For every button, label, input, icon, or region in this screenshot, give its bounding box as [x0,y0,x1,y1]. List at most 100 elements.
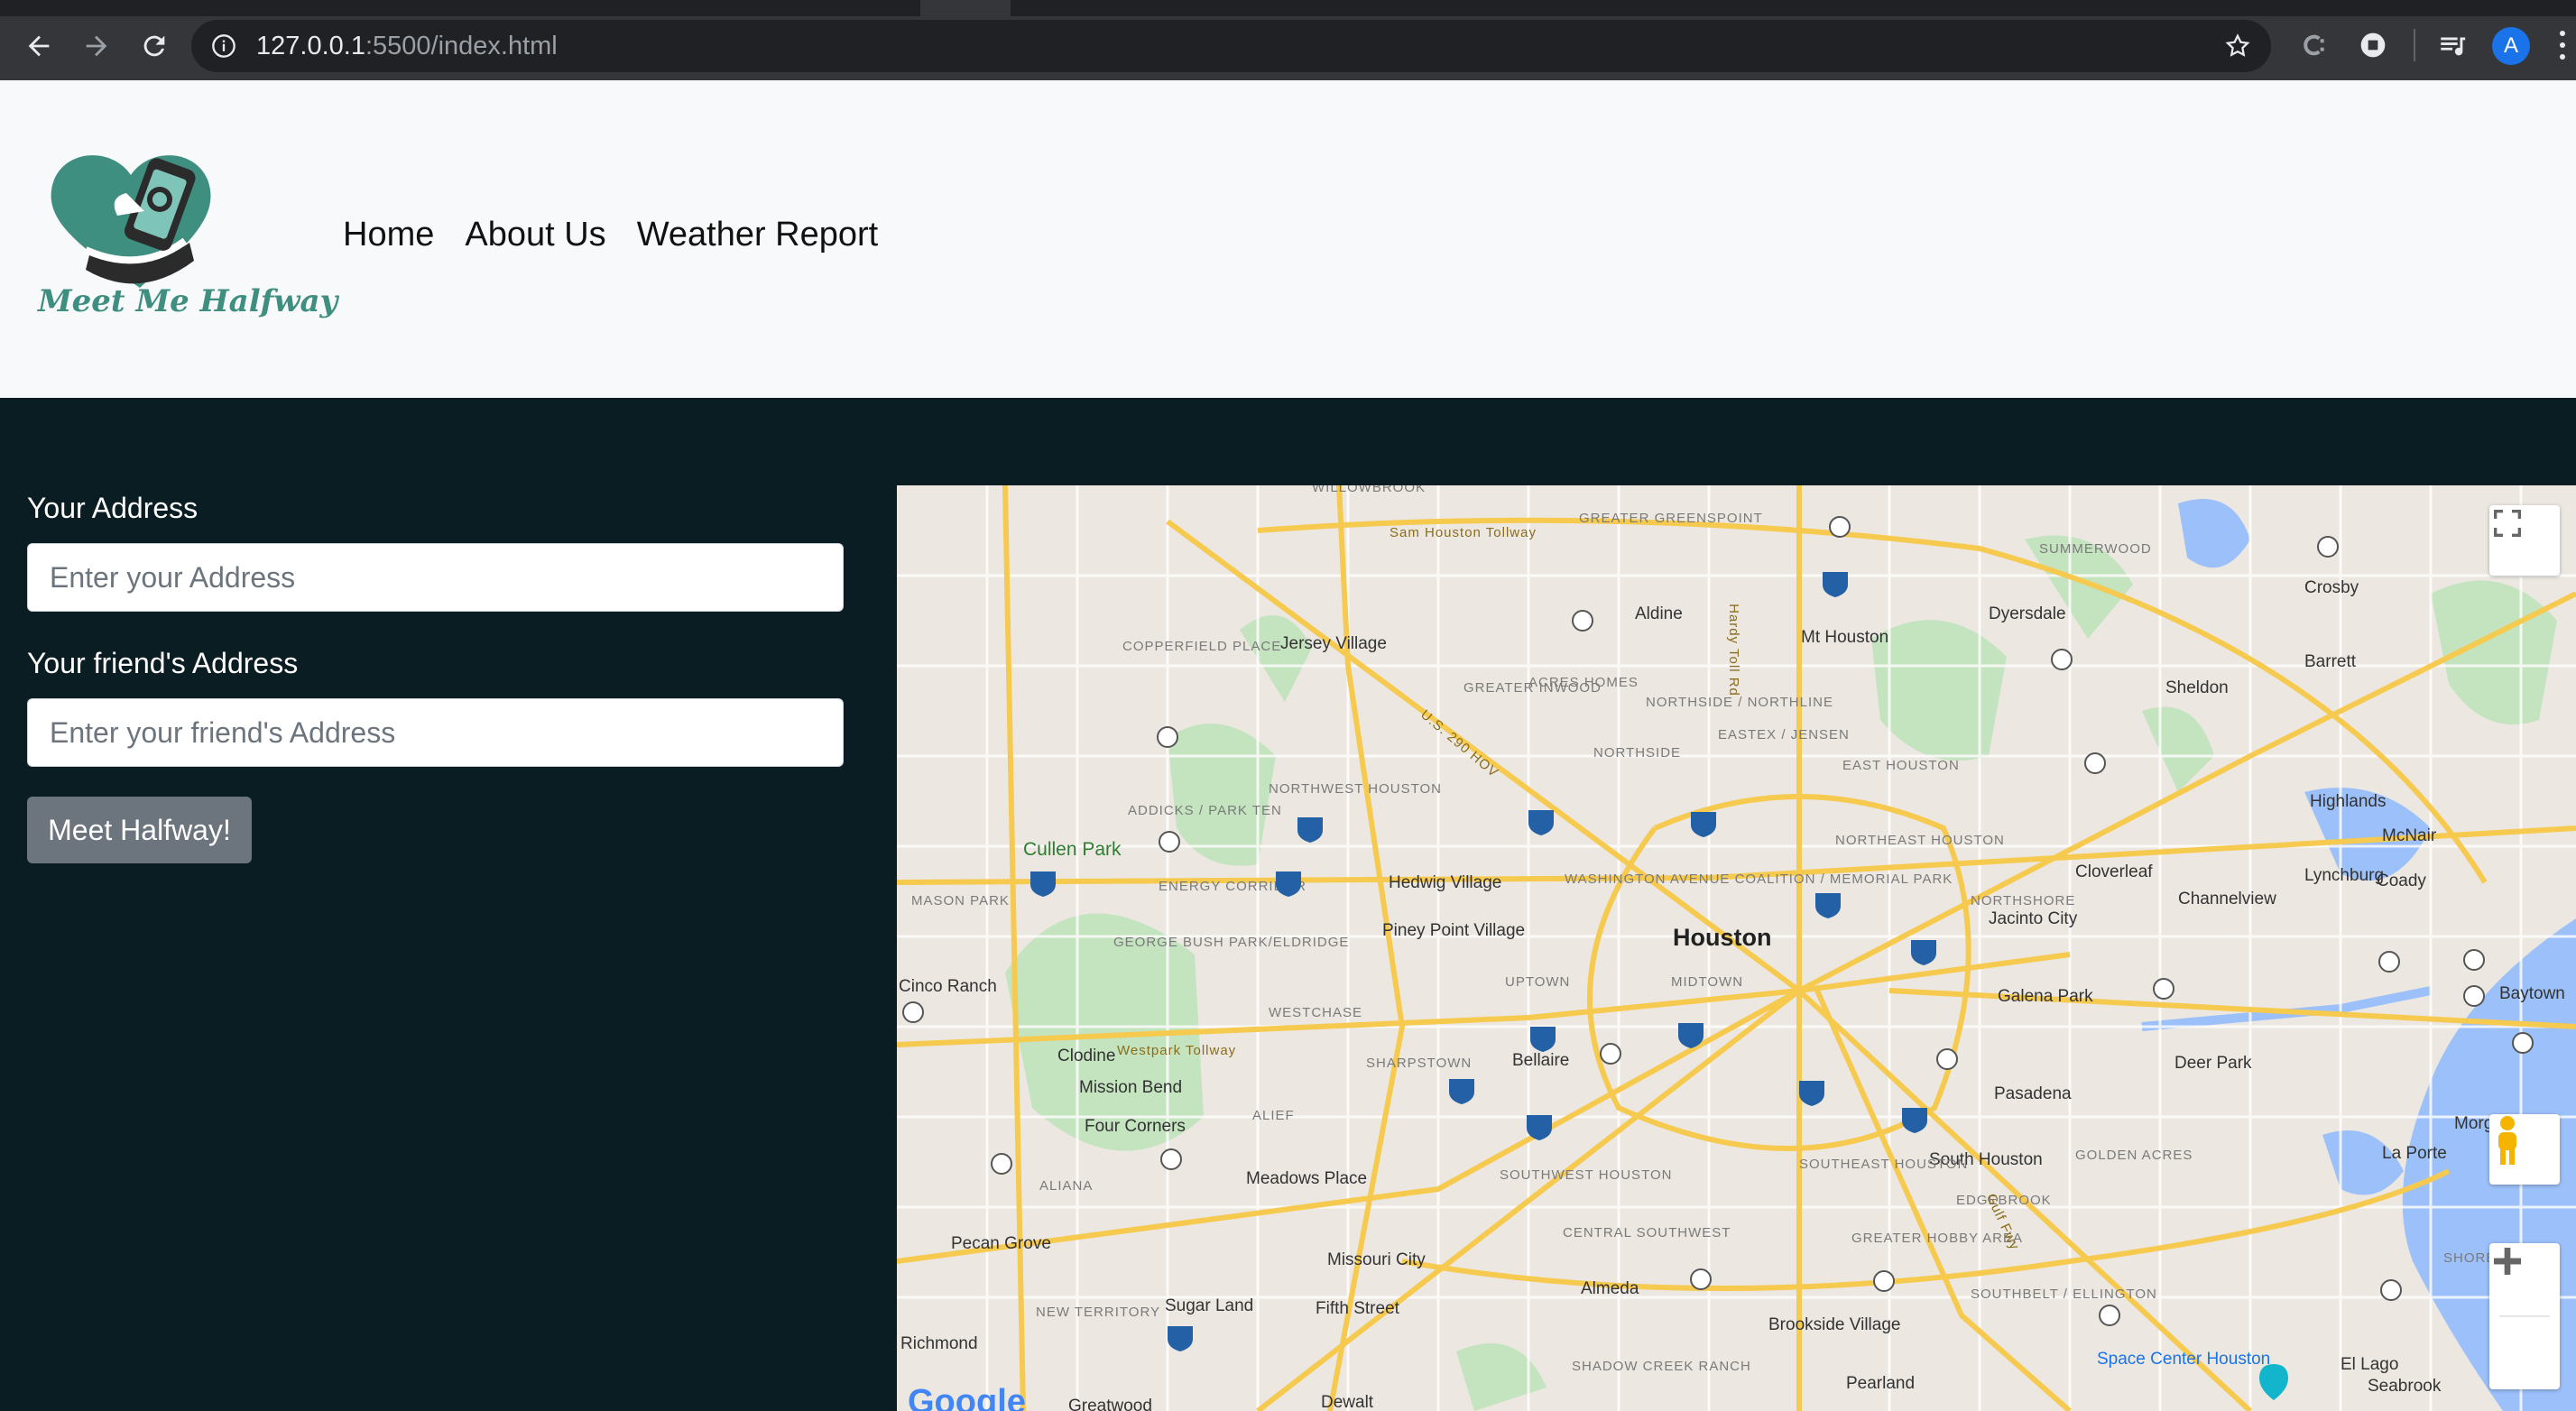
nav-about-us[interactable]: About Us [465,216,605,254]
toolbar-divider [2414,29,2415,61]
friend-address-input[interactable] [27,698,844,767]
zoom-out-button[interactable] [2489,1258,2560,1389]
map-label-district: GREATER GREENSPOINT [1579,511,1763,526]
tab-strip [0,0,2576,16]
back-button[interactable] [18,25,60,67]
map-label-city: Seabrook [2368,1377,2442,1396]
map-label-city: Barrett [2304,652,2357,671]
map-label-city: Space Center Houston [2097,1350,2271,1369]
map[interactable]: Houston Cullen Park Jersey Village Aldin… [897,485,2576,1411]
map-label-city: Baytown [2499,984,2565,1003]
map-label-district: ENERGY CORRIDOR [1159,879,1306,894]
forward-arrow-icon [86,35,107,57]
map-label-city: Pasadena [1994,1084,2072,1103]
map-label-district: NORTHWEST HOUSTON [1269,781,1443,797]
map-label-district: NEW TERRITORY [1036,1305,1161,1320]
map-label-city: Galena Park [1998,987,2093,1006]
map-label-city: Fifth Street [1316,1299,1399,1318]
street-view-pegman[interactable] [2489,1114,2560,1185]
extension-c-icon[interactable] [2296,27,2332,63]
site-header: Meet Me Halfway Home About Us Weather Re… [0,80,2576,398]
map-label-city: Greatwood [1068,1397,1152,1411]
map-label-district: SOUTHWEST HOUSTON [1500,1167,1673,1183]
map-label-district: NORTHSHORE [1971,893,2076,908]
map-label-district: ACRES HOMES [1528,675,1639,690]
profile-avatar[interactable]: A [2492,27,2530,65]
map-label-city: Clodine [1057,1047,1116,1065]
map-label-city: Crosby [2304,578,2359,597]
map-label-city: Jacinto City [1989,909,2078,928]
address-bar[interactable]: 127.0.0.1:5500/index.html [191,20,2271,72]
map-label-city: Channelview [2178,890,2276,908]
friend-address-label: Your friend's Address [27,647,299,679]
map-label-district: MIDTOWN [1671,974,1744,990]
reload-icon [143,35,165,57]
url-text[interactable]: 127.0.0.1:5500/index.html [256,32,558,61]
map-label-city: Piney Point Village [1382,921,1526,940]
url-host: 127.0.0.1 [256,32,365,60]
map-label-road: Hardy Toll Rd [1725,604,1741,696]
map-label-city: Almeda [1581,1279,1639,1298]
map-label-city: Dyersdale [1989,604,2066,623]
map-label-district: ALIANA [1039,1178,1094,1194]
map-label-city: Coady [2377,872,2426,890]
map-label-district: SOUTHEAST HOUSTON [1799,1157,1969,1172]
your-address-label: Your Address [27,492,199,524]
map-label-houston: Houston [1673,924,1772,951]
map-label-city: McNair [2382,826,2437,845]
map-label-city: Missouri City [1327,1250,1426,1269]
map-label-city: Sugar Land [1165,1296,1254,1315]
pegman-icon [2498,1116,2516,1165]
map-label-city: Mission Bend [1079,1078,1183,1097]
extension-globe-icon[interactable] [2355,27,2391,63]
browser-menu-icon[interactable] [2553,27,2571,63]
meet-halfway-button[interactable]: Meet Halfway! [27,797,252,863]
info-icon[interactable] [211,33,236,59]
map-label-district: GEORGE BUSH PARK/ELDRIDGE [1113,935,1350,950]
fullscreen-icon [2494,510,2521,537]
map-label-city: Dewalt [1321,1393,1374,1411]
nav-weather-report[interactable]: Weather Report [637,216,879,254]
your-address-input[interactable] [27,543,844,612]
map-label-city: El Lago [2341,1355,2399,1374]
map-label-city: Pearland [1846,1374,1916,1393]
logo-text: Meet Me Halfway [38,283,338,319]
google-logo[interactable]: Google [908,1383,1026,1411]
minus-icon [2494,1258,2521,1265]
url-path: :5500/index.html [365,32,558,60]
map-label-district: ALIEF [1252,1108,1295,1123]
map-label-district: WILLOWBROOK [1312,485,1426,495]
reload-button[interactable] [134,25,175,67]
map-label-district: MASON PARK [911,893,1010,908]
media-controls-icon[interactable] [2434,27,2470,63]
bookmark-star-icon[interactable] [2224,32,2251,60]
map-label-district: WASHINGTON AVENUE COALITION / MEMORIAL P… [1565,872,1953,887]
map-label-district: EAST HOUSTON [1842,758,1960,773]
map-label-district: GREATER HOBBY AREA [1851,1231,2023,1246]
map-label-district: SUMMERWOOD [2039,541,2152,557]
map-label-road: Sam Houston Tollway [1390,525,1537,540]
nav-home[interactable]: Home [343,216,434,254]
browser-chrome: 127.0.0.1:5500/index.html A [0,0,2576,80]
map-label-district: SOUTHBELT / ELLINGTON [1971,1286,2157,1302]
map-label-district: EASTEX / JENSEN [1718,727,1850,742]
map-label-district: WESTCHASE [1269,1005,1363,1020]
back-arrow-icon [28,35,50,57]
map-label-district: GOLDEN ACRES [2075,1148,2193,1163]
map-label-city: Richmond [900,1334,978,1353]
map-label-district: SHARPSTOWN [1366,1056,1473,1071]
map-label-district: NORTHEAST HOUSTON [1835,833,2005,848]
map-label-district: NORTHSIDE / NORTHLINE [1646,695,1833,710]
map-label-city: Aldine [1635,604,1683,623]
map-label-city: Cloverleaf [2075,862,2153,881]
logo-heart-phone-icon [51,155,211,288]
map-label-city: Four Corners [1085,1117,1186,1136]
map-label-city: Sheldon [2165,678,2229,697]
browser-tab[interactable] [920,0,1011,16]
main-nav: Home About Us Weather Report [343,216,878,254]
site-logo[interactable] [36,143,298,351]
forward-button[interactable] [76,25,117,67]
map-label-district: CENTRAL SOUTHWEST [1563,1225,1731,1240]
zoom-controls [2489,1243,2560,1389]
fullscreen-button[interactable] [2489,505,2560,576]
